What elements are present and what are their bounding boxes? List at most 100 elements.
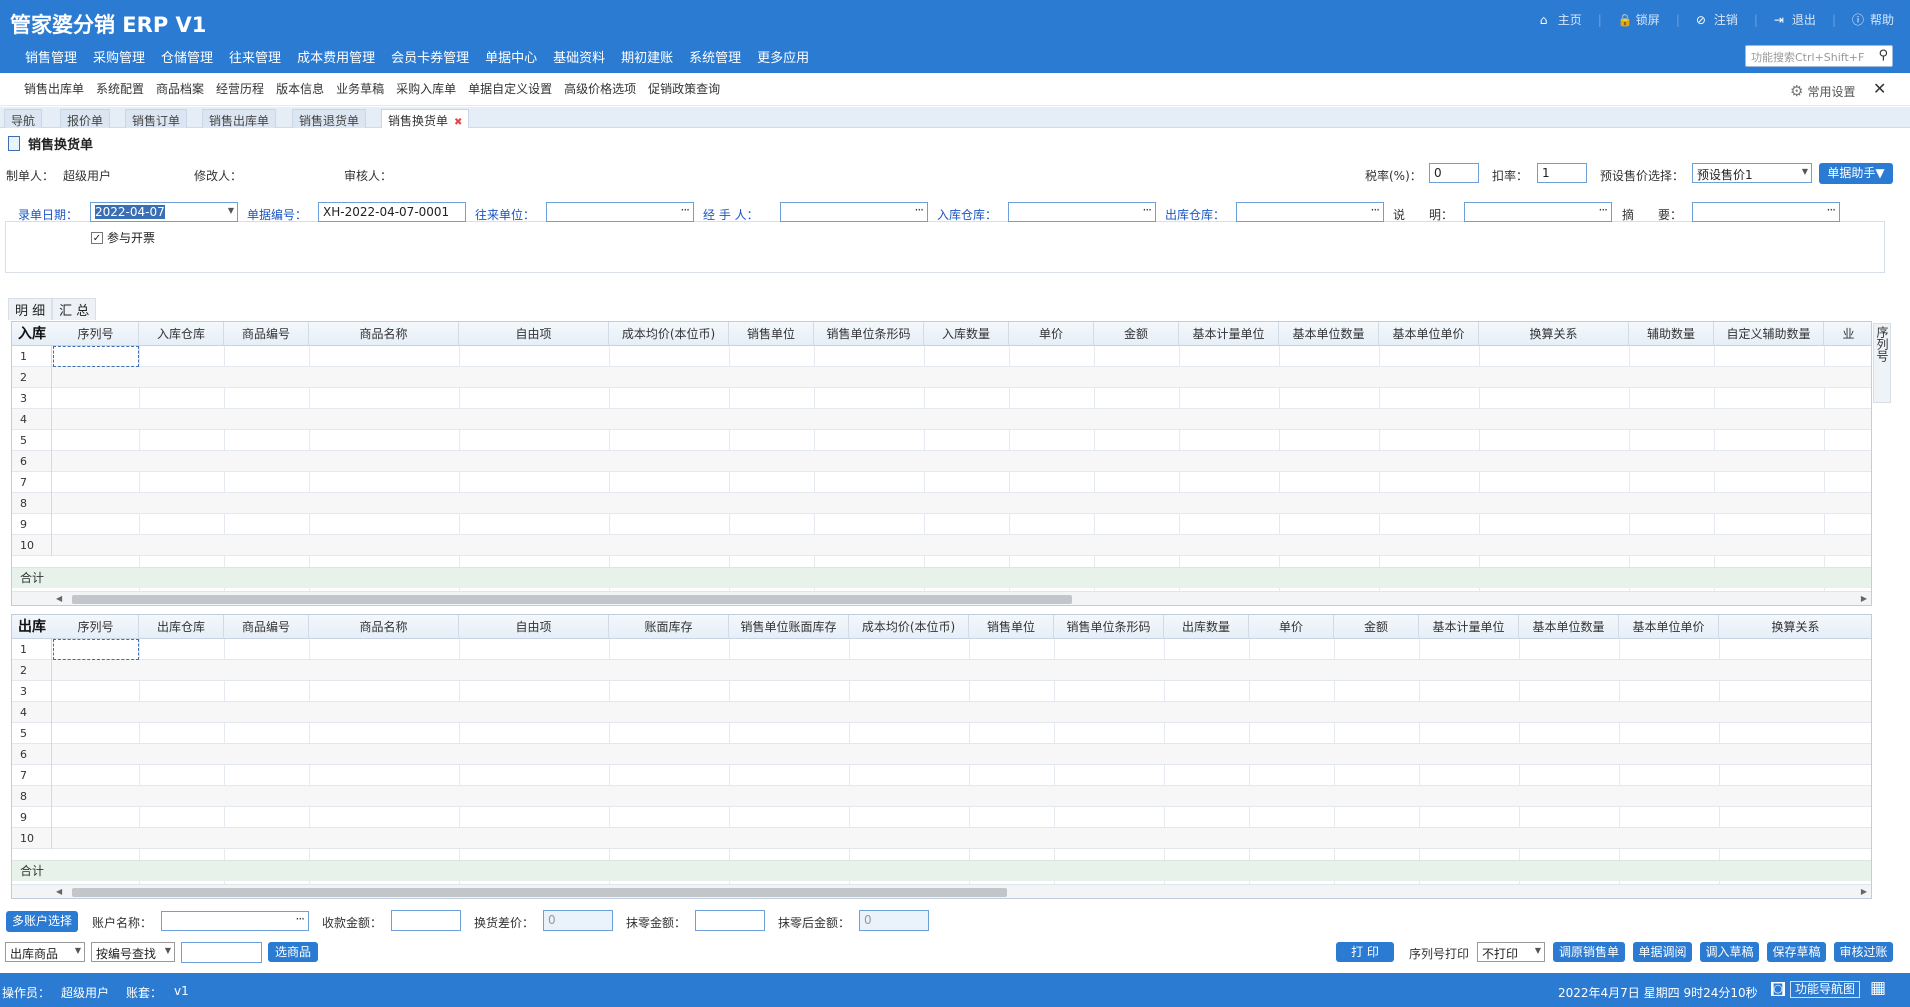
out-col-base-unit[interactable]: 基本计量单位 xyxy=(1419,615,1519,639)
goods-search-input[interactable] xyxy=(181,942,262,963)
lock-link[interactable]: 🔒 锁屏 xyxy=(1618,11,1660,28)
quick-price[interactable]: 高级价格选项 xyxy=(558,80,642,97)
more-icon[interactable]: ··· xyxy=(1827,203,1837,217)
partner-input[interactable]: ··· xyxy=(546,202,694,222)
table-row[interactable]: 9 xyxy=(12,514,1871,535)
in-grid-hscroll[interactable]: ◀ ▶ xyxy=(12,591,1871,605)
nav-accounts[interactable]: 往来管理 xyxy=(221,47,289,66)
grid-menu-icon[interactable]: ▦ xyxy=(1870,980,1886,997)
function-search-input[interactable]: 功能搜索Ctrl+Shift+F ⚲ xyxy=(1745,45,1893,67)
nav-more[interactable]: 更多应用 xyxy=(749,47,817,66)
document-helper-button[interactable]: 单据助手▼ xyxy=(1819,163,1893,184)
table-row[interactable]: 7 xyxy=(12,765,1871,786)
out-col-sales-unit[interactable]: 销售单位 xyxy=(969,615,1054,639)
out-col-unit-price[interactable]: 单价 xyxy=(1249,615,1334,639)
table-row[interactable]: 4 xyxy=(12,409,1871,430)
nav-warehouse[interactable]: 仓储管理 xyxy=(153,47,221,66)
function-map-button[interactable]: 功能导航图 xyxy=(1790,981,1861,998)
tab-detail[interactable]: 明 细 xyxy=(8,298,53,320)
table-row[interactable]: 3 xyxy=(12,681,1871,702)
in-col-cost-price[interactable]: 成本均价(本位币) xyxy=(609,322,729,346)
date-input[interactable]: 2022-04-07 ▼ xyxy=(90,202,238,222)
serial-print-select[interactable]: 不打印 ▼ xyxy=(1477,942,1545,962)
quick-drafts[interactable]: 业务草稿 xyxy=(330,80,390,97)
more-icon[interactable]: ··· xyxy=(1371,203,1381,217)
in-col-free-item[interactable]: 自由项 xyxy=(459,322,609,346)
camera-icon[interactable]: ◙ xyxy=(1771,982,1785,996)
tab-summary[interactable]: 汇 总 xyxy=(52,298,97,320)
price-select[interactable]: 预设售价1 ▼ xyxy=(1692,163,1812,183)
search-icon[interactable]: ⚲ xyxy=(1878,48,1888,63)
in-col-aux-qty[interactable]: 辅助数量 xyxy=(1629,322,1714,346)
out-col-unit-barcode[interactable]: 销售单位条形码 xyxy=(1054,615,1164,639)
load-original-sales-button[interactable]: 调原销售单 xyxy=(1553,942,1625,962)
save-draft-button[interactable]: 保存草稿 xyxy=(1767,942,1826,962)
in-warehouse-input[interactable]: ··· xyxy=(1008,202,1156,222)
pick-goods-button[interactable]: 选商品 xyxy=(268,942,318,962)
nav-documents[interactable]: 单据中心 xyxy=(477,47,545,66)
out-warehouse-input[interactable]: ··· xyxy=(1236,202,1384,222)
active-cell[interactable] xyxy=(53,639,139,660)
close-icon[interactable]: ✕ xyxy=(1873,79,1886,98)
out-grid-hscroll[interactable]: ◀ ▶ xyxy=(12,884,1871,898)
scroll-right-icon[interactable]: ▶ xyxy=(1861,885,1867,898)
table-row[interactable]: 6 xyxy=(12,744,1871,765)
common-settings-button[interactable]: ⚙ 常用设置 xyxy=(1790,82,1855,100)
serial-side-tab[interactable]: 序列号 xyxy=(1873,323,1891,403)
table-row[interactable]: 2 xyxy=(12,367,1871,388)
tab-sales-exchange[interactable]: 销售换货单 ✖ xyxy=(381,109,470,128)
in-col-goods-name[interactable]: 商品名称 xyxy=(309,322,459,346)
tab-sales-out[interactable]: 销售出库单 xyxy=(202,109,277,128)
more-icon[interactable]: ··· xyxy=(1143,203,1153,217)
goods-type-select[interactable]: 出库商品 ▼ xyxy=(5,942,85,962)
table-row[interactable]: 9 xyxy=(12,807,1871,828)
table-row[interactable]: 5 xyxy=(12,430,1871,451)
scroll-thumb[interactable] xyxy=(72,595,1072,604)
table-row[interactable]: 3 xyxy=(12,388,1871,409)
quick-version[interactable]: 版本信息 xyxy=(270,80,330,97)
quick-purchase-in[interactable]: 采购入库单 xyxy=(390,80,462,97)
search-mode-select[interactable]: 按编号查找 ▼ xyxy=(91,942,175,962)
in-col-custom-aux-qty[interactable]: 自定义辅助数量 xyxy=(1714,322,1824,346)
quick-history[interactable]: 经营历程 xyxy=(210,80,270,97)
in-col-goods-code[interactable]: 商品编号 xyxy=(224,322,309,346)
table-row[interactable]: 2 xyxy=(12,660,1871,681)
out-col-base-qty[interactable]: 基本单位数量 xyxy=(1519,615,1619,639)
table-row[interactable]: 7 xyxy=(12,472,1871,493)
active-cell[interactable] xyxy=(53,346,139,367)
out-col-out-warehouse[interactable]: 出库仓库 xyxy=(139,615,224,639)
more-icon[interactable]: ··· xyxy=(296,912,306,926)
out-col-free-item[interactable]: 自由项 xyxy=(459,615,609,639)
in-col-sales-unit[interactable]: 销售单位 xyxy=(729,322,814,346)
more-icon[interactable]: ··· xyxy=(1599,203,1609,217)
out-col-conversion[interactable]: 换算关系 xyxy=(1719,615,1871,639)
received-amount-input[interactable] xyxy=(391,910,461,931)
table-row[interactable]: 8 xyxy=(12,786,1871,807)
invoice-checkbox[interactable]: ✓ 参与开票 xyxy=(91,229,155,246)
tab-navigation[interactable]: 导航 xyxy=(4,109,43,128)
out-col-base-price[interactable]: 基本单位单价 xyxy=(1619,615,1719,639)
summary-input[interactable]: ··· xyxy=(1692,202,1840,222)
multi-account-button[interactable]: 多账户选择 xyxy=(6,911,78,932)
in-col-amount[interactable]: 金额 xyxy=(1094,322,1179,346)
out-col-out-qty[interactable]: 出库数量 xyxy=(1164,615,1249,639)
document-lookup-button[interactable]: 单据调阅 xyxy=(1633,942,1692,962)
table-row[interactable]: 10 xyxy=(12,535,1871,556)
tab-sales-return[interactable]: 销售退货单 xyxy=(292,109,367,128)
in-col-in-qty[interactable]: 入库数量 xyxy=(924,322,1009,346)
note-input[interactable]: ··· xyxy=(1464,202,1612,222)
in-col-unit-barcode[interactable]: 销售单位条形码 xyxy=(814,322,924,346)
handler-input[interactable]: ··· xyxy=(780,202,928,222)
print-button[interactable]: 打 印 xyxy=(1336,942,1394,962)
round-amount-input[interactable] xyxy=(695,910,765,931)
quick-sales-out[interactable]: 销售出库单 xyxy=(18,80,90,97)
out-col-goods-name[interactable]: 商品名称 xyxy=(309,615,459,639)
exit-link[interactable]: ⇥ 退出 xyxy=(1774,11,1816,28)
nav-purchase[interactable]: 采购管理 xyxy=(85,47,153,66)
account-name-input[interactable]: ··· xyxy=(161,911,309,931)
table-row[interactable]: 5 xyxy=(12,723,1871,744)
nav-basic-data[interactable]: 基础资料 xyxy=(545,47,613,66)
discount-input[interactable]: 1 xyxy=(1537,163,1587,183)
quick-custom[interactable]: 单据自定义设置 xyxy=(462,80,558,97)
home-link[interactable]: ⌂ 主页 xyxy=(1540,11,1582,28)
